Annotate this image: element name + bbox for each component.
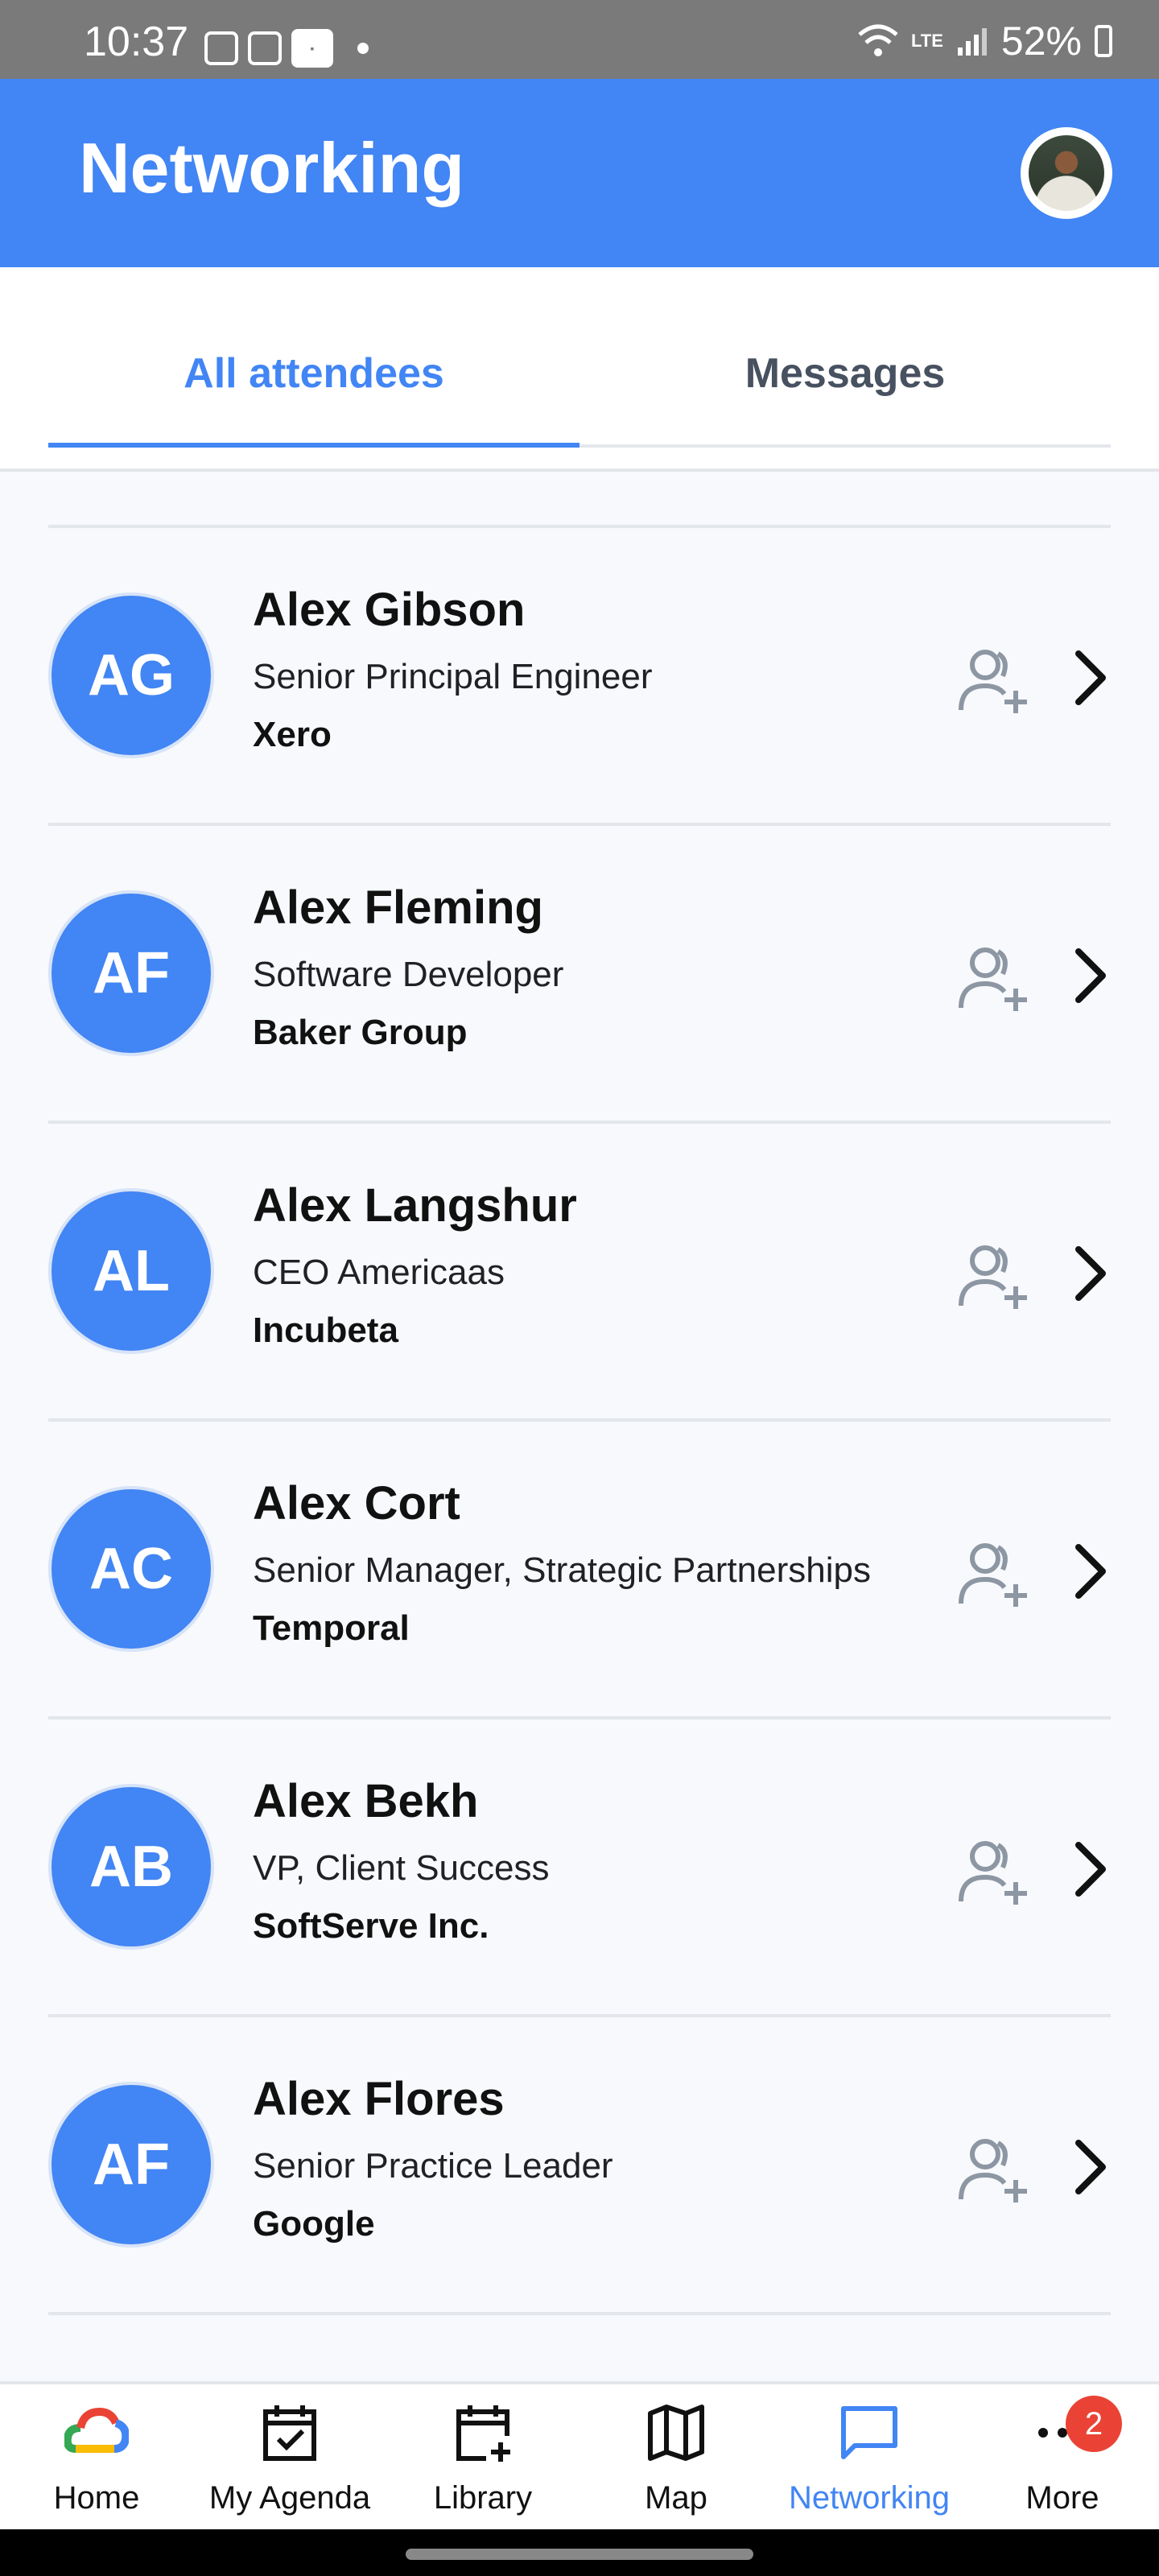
attendee-company: SoftServe Inc. <box>253 1906 489 1946</box>
mail-icon <box>248 31 282 65</box>
chevron-right-icon[interactable] <box>1070 1245 1111 1302</box>
attendee-name: Alex Fleming <box>253 881 543 934</box>
calendar-plus-icon <box>456 2405 510 2462</box>
attendee-role: Software Developer <box>253 955 564 994</box>
attendee-role: Senior Principal Engineer <box>253 657 653 696</box>
attendee-name: Alex Gibson <box>253 584 526 636</box>
notification-badge: 2 <box>1066 2396 1122 2452</box>
attendee-row[interactable]: AF Alex Fleming Software Developer Baker… <box>0 826 1159 1121</box>
nav-my-agenda[interactable]: My Agenda <box>193 2401 386 2516</box>
attendee-name: Alex Bekh <box>253 1775 479 1827</box>
system-icons: LTE 52% <box>858 18 1112 64</box>
status-bar: 10:37 ▪ LTE 52% <box>0 0 1159 79</box>
attendee-role: VP, Client Success <box>253 1848 550 1888</box>
chat-icon <box>841 2406 897 2459</box>
nav-label: Library <box>433 2480 533 2516</box>
attendee-row[interactable]: AF Alex Flores Senior Practice Leader Go… <box>0 2017 1159 2312</box>
nav-label: My Agenda <box>208 2480 371 2516</box>
add-contact-icon[interactable] <box>956 1837 1030 1905</box>
chevron-right-icon[interactable] <box>1070 649 1111 707</box>
nav-home[interactable]: Home <box>0 2401 193 2516</box>
initials-avatar: AF <box>48 890 214 1056</box>
chevron-right-icon[interactable] <box>1070 1542 1111 1600</box>
gesture-bar <box>0 2529 1159 2576</box>
tab-bar: All attendees Messages <box>0 267 1159 472</box>
attendee-company: Xero <box>253 715 332 754</box>
attendee-company: Google <box>253 2204 375 2244</box>
attendee-row[interactable]: AC Alex Cort Senior Manager, Strategic P… <box>0 1422 1159 1716</box>
add-contact-icon[interactable] <box>956 1241 1030 1309</box>
tab-active-indicator <box>48 443 580 448</box>
app-bar: Networking <box>0 79 1159 267</box>
battery-percent: 52% <box>1000 19 1082 64</box>
nav-label: Map <box>645 2480 707 2516</box>
battery-icon <box>1095 25 1112 57</box>
initials-avatar: AC <box>48 1486 214 1652</box>
map-icon <box>648 2405 704 2461</box>
add-contact-icon[interactable] <box>956 1539 1030 1607</box>
wifi-icon <box>858 24 898 56</box>
initials-avatar: AF <box>48 2082 214 2248</box>
attendee-name: Alex Langshur <box>253 1179 577 1232</box>
paytm-icon: ▪ <box>291 29 333 68</box>
dot-icon <box>357 43 369 54</box>
avatar-photo <box>1029 135 1104 211</box>
chevron-right-icon[interactable] <box>1070 2138 1111 2196</box>
nav-map[interactable]: Map <box>580 2401 773 2516</box>
bottom-nav: Home My Agenda Library Map Networking 2 … <box>0 2381 1159 2533</box>
status-time: 10:37 <box>84 19 189 65</box>
attendee-name: Alex Flores <box>253 2073 505 2125</box>
profile-avatar[interactable] <box>1021 127 1112 219</box>
nav-more[interactable]: 2 More <box>966 2396 1159 2516</box>
attendee-company: Baker Group <box>253 1013 468 1052</box>
add-contact-icon[interactable] <box>956 943 1030 1011</box>
attendee-role: Senior Manager, Strategic Partnerships <box>253 1550 871 1590</box>
nav-label: More <box>1025 2480 1099 2516</box>
attendee-name: Alex Cort <box>253 1477 460 1530</box>
lte-icon: LTE <box>911 31 943 51</box>
nav-library[interactable]: Library <box>386 2401 580 2516</box>
google-cloud-icon <box>63 2407 130 2453</box>
attendee-company: Incubeta <box>253 1311 398 1350</box>
initials-avatar: AL <box>48 1188 214 1354</box>
attendee-row[interactable]: AB Alex Bekh VP, Client Success SoftServ… <box>0 1719 1159 2014</box>
page-title: Networking <box>79 128 465 208</box>
add-contact-icon[interactable] <box>956 646 1030 713</box>
attendee-row[interactable]: AG Alex Gibson Senior Principal Engineer… <box>0 528 1159 823</box>
initials-avatar: AG <box>48 592 214 758</box>
initials-avatar: AB <box>48 1784 214 1950</box>
chevron-right-icon[interactable] <box>1070 947 1111 1005</box>
calendar-check-icon <box>263 2405 316 2461</box>
notification-icons: ▪ <box>204 29 369 68</box>
attendee-row[interactable]: AL Alex Langshur CEO Americaas Incubeta <box>0 1124 1159 1418</box>
tab-all-attendees[interactable]: All attendees <box>48 349 580 398</box>
add-contact-icon[interactable] <box>956 2135 1030 2202</box>
nav-label: Networking <box>788 2480 951 2516</box>
signal-icon <box>957 28 987 56</box>
home-indicator[interactable] <box>406 2549 753 2560</box>
attendee-role: CEO Americaas <box>253 1253 505 1292</box>
nav-label: Home <box>53 2480 140 2516</box>
image-icon <box>204 31 238 65</box>
nav-networking[interactable]: Networking <box>773 2401 966 2516</box>
attendee-company: Temporal <box>253 1608 410 1648</box>
divider <box>48 2312 1111 2315</box>
chevron-right-icon[interactable] <box>1070 1840 1111 1898</box>
attendee-role: Senior Practice Leader <box>253 2146 613 2186</box>
tab-messages[interactable]: Messages <box>580 349 1111 398</box>
